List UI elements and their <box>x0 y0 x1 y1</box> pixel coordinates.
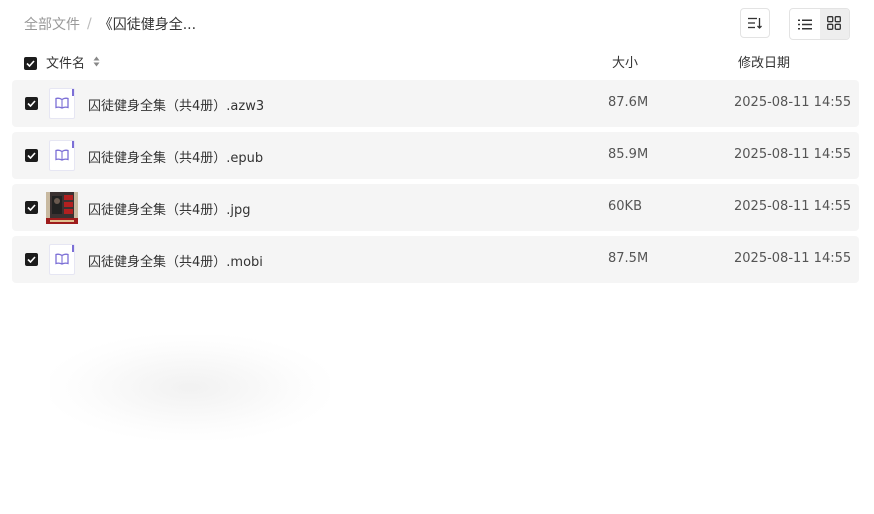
ebook-file-icon <box>49 88 75 119</box>
sort-button[interactable] <box>740 8 770 38</box>
sort-icon <box>748 14 762 33</box>
file-size: 60KB <box>608 199 642 214</box>
breadcrumb-current: 《囚徒健身全... <box>98 17 197 33</box>
file-date: 2025-08-11 14:55 <box>734 251 852 266</box>
file-size: 85.9M <box>608 147 649 162</box>
row-checkbox[interactable] <box>25 97 38 110</box>
file-size: 87.6M <box>608 95 649 110</box>
ebook-file-icon <box>49 140 75 171</box>
select-all-checkbox[interactable] <box>24 57 37 70</box>
column-header-size[interactable]: 大小 <box>612 55 638 73</box>
grid-view-button[interactable] <box>819 9 849 39</box>
check-icon <box>27 204 36 211</box>
column-header-date[interactable]: 修改日期 <box>738 55 790 73</box>
row-checkbox[interactable] <box>25 253 38 266</box>
column-header-name[interactable]: 文件名 <box>46 55 100 73</box>
list-view-icon <box>797 15 812 34</box>
check-icon <box>27 152 36 159</box>
file-name[interactable]: 囚徒健身全集（共4册）.jpg <box>88 199 251 218</box>
grid-view-icon <box>827 15 842 34</box>
file-date: 2025-08-11 14:55 <box>734 199 852 214</box>
file-browser: 全部文件 / 《囚徒健身全... 文件名 大小 修改日期 囚徒健身全集（共4册）… <box>0 0 874 514</box>
file-row[interactable]: 囚徒健身全集（共4册）.azw3 87.6M 2025-08-11 14:55 <box>12 80 859 127</box>
ebook-file-icon <box>49 244 75 275</box>
file-name[interactable]: 囚徒健身全集（共4册）.epub <box>88 147 263 166</box>
file-row[interactable]: 囚徒健身全集（共4册）.epub 85.9M 2025-08-11 14:55 <box>12 132 859 179</box>
file-name[interactable]: 囚徒健身全集（共4册）.azw3 <box>88 95 264 114</box>
file-row[interactable]: 囚徒健身全集（共4册）.jpg 60KB 2025-08-11 14:55 <box>12 184 859 231</box>
faded-background-artifact <box>50 335 330 440</box>
file-date: 2025-08-11 14:55 <box>734 95 852 110</box>
list-view-button[interactable] <box>790 9 820 39</box>
breadcrumb-separator: / <box>87 16 92 32</box>
image-thumbnail <box>46 192 78 224</box>
file-name[interactable]: 囚徒健身全集（共4册）.mobi <box>88 251 263 270</box>
sort-arrows-icon <box>93 55 100 73</box>
check-icon <box>27 256 36 263</box>
view-toggle <box>789 8 850 40</box>
file-row[interactable]: 囚徒健身全集（共4册）.mobi 87.5M 2025-08-11 14:55 <box>12 236 859 283</box>
breadcrumb: 全部文件 / 《囚徒健身全... <box>24 14 196 34</box>
file-date: 2025-08-11 14:55 <box>734 147 852 162</box>
check-icon <box>26 60 35 67</box>
row-checkbox[interactable] <box>25 149 38 162</box>
breadcrumb-root-link[interactable]: 全部文件 <box>24 14 80 34</box>
row-checkbox[interactable] <box>25 201 38 214</box>
file-size: 87.5M <box>608 251 649 266</box>
check-icon <box>27 100 36 107</box>
column-header-name-label: 文件名 <box>46 56 86 72</box>
